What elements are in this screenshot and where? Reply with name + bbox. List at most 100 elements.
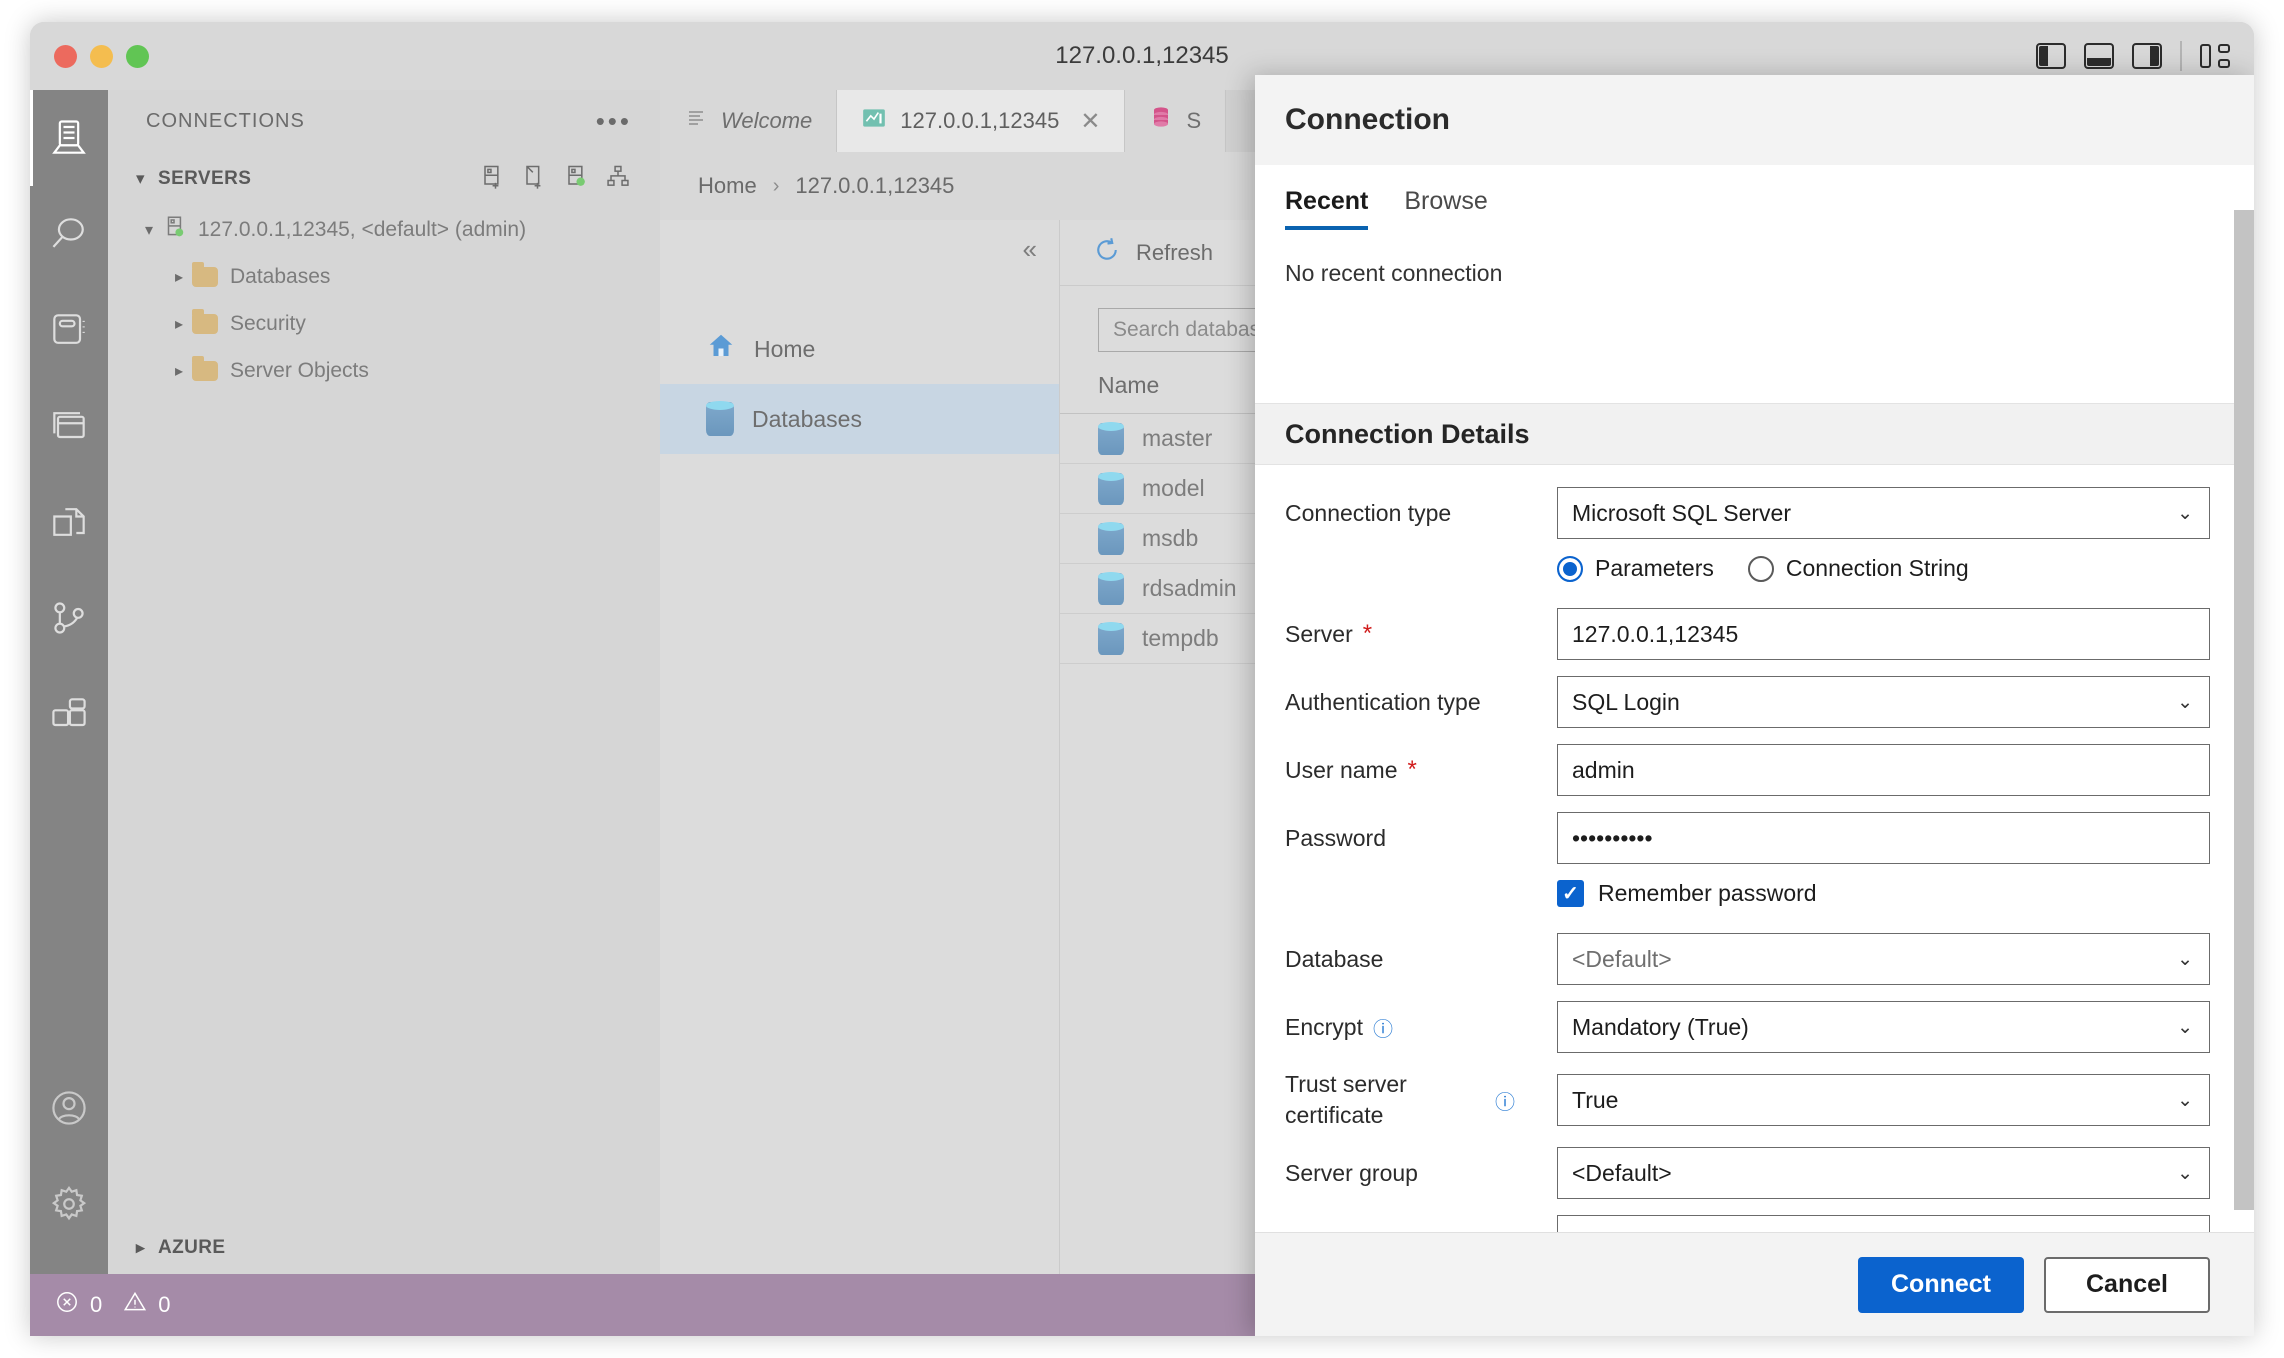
- radio-parameters[interactable]: Parameters: [1557, 555, 1714, 582]
- error-count[interactable]: 0: [90, 1292, 102, 1318]
- select-value: SQL Login: [1572, 689, 1680, 716]
- breadcrumb-item-home[interactable]: Home: [698, 173, 757, 199]
- database-select[interactable]: <Default> ⌄: [1557, 933, 2210, 985]
- input-value: 127.0.0.1,12345: [1572, 621, 1738, 648]
- cancel-button[interactable]: Cancel: [2044, 1257, 2210, 1313]
- input-value: ••••••••••: [1572, 825, 1653, 852]
- activity-query-history-icon[interactable]: [30, 378, 108, 474]
- sidebar-server-node[interactable]: ▾ 127.0.0.1,12345, <default> (admin): [108, 206, 660, 253]
- tab-sql-query[interactable]: S: [1125, 90, 1226, 152]
- connection-type-select[interactable]: Microsoft SQL Server ⌄: [1557, 487, 2210, 539]
- sidebar-more-actions-icon[interactable]: •••: [596, 116, 632, 126]
- activity-notebooks-icon[interactable]: [30, 282, 108, 378]
- layout-controls: [2036, 41, 2230, 71]
- refresh-icon[interactable]: [1092, 235, 1122, 271]
- field-label: Name (optional): [1285, 1228, 1557, 1232]
- encrypt-select[interactable]: Mandatory (True) ⌄: [1557, 1001, 2210, 1053]
- info-icon[interactable]: ⓘ: [1495, 1086, 1515, 1115]
- connect-button[interactable]: Connect: [1858, 1257, 2024, 1313]
- tab-browse[interactable]: Browse: [1404, 187, 1487, 230]
- warning-triangle-icon[interactable]: [122, 1289, 148, 1321]
- radio-connection-string[interactable]: Connection String: [1748, 555, 1969, 582]
- field-label-text: Server: [1285, 621, 1353, 648]
- remember-password-checkbox[interactable]: ✓ Remember password: [1557, 880, 2210, 907]
- breadcrumb-separator-icon: ›: [773, 175, 780, 198]
- toggle-panel-icon[interactable]: [2084, 43, 2114, 69]
- dialog-scrollbar[interactable]: [2234, 210, 2254, 1210]
- activity-settings-gear-icon[interactable]: [30, 1156, 108, 1252]
- refresh-button-label[interactable]: Refresh: [1136, 240, 1213, 266]
- chevron-right-icon: ▸: [166, 314, 192, 334]
- folder-icon: [192, 314, 218, 334]
- customize-layout-icon[interactable]: [2200, 43, 2230, 69]
- database-icon: [1149, 105, 1173, 137]
- connected-server-icon[interactable]: [562, 163, 590, 196]
- field-label: User name *: [1285, 756, 1557, 784]
- sidebar-item-databases[interactable]: ▸ Databases: [108, 253, 660, 300]
- tab-close-icon[interactable]: ✕: [1080, 107, 1100, 136]
- tab-label: S: [1186, 108, 1201, 134]
- field-label: Server group: [1285, 1160, 1557, 1187]
- folder-icon: [192, 267, 218, 287]
- azure-section-header[interactable]: ▸ AZURE: [108, 1222, 660, 1274]
- servers-section-header[interactable]: ▾ SERVERS: [108, 152, 660, 206]
- trust-server-certificate-select[interactable]: True ⌄: [1557, 1074, 2210, 1126]
- user-name-input[interactable]: admin: [1557, 744, 2210, 796]
- collapse-pane-icon[interactable]: «: [1023, 234, 1037, 265]
- server-hierarchy-icon[interactable]: [604, 163, 632, 196]
- input-mode-radio-group: Parameters Connection String: [1557, 555, 2210, 582]
- field-label: Database: [1285, 946, 1557, 973]
- field-server: Server * 127.0.0.1,12345: [1285, 608, 2210, 660]
- toggle-primary-sidebar-icon[interactable]: [2036, 43, 2066, 69]
- nav-item-label: Home: [754, 336, 815, 363]
- password-input[interactable]: ••••••••••: [1557, 812, 2210, 864]
- chevron-down-icon: ⌄: [2177, 1016, 2193, 1039]
- required-asterisk: *: [1407, 756, 1416, 784]
- database-name: tempdb: [1142, 625, 1219, 652]
- new-server-group-icon[interactable]: [520, 163, 548, 196]
- tab-welcome[interactable]: Welcome: [660, 90, 837, 152]
- nav-item-label: Databases: [752, 406, 862, 433]
- connections-sidebar: CONNECTIONS ••• ▾ SERVERS: [108, 90, 660, 1274]
- sidebar-item-label: Databases: [230, 265, 330, 289]
- sidebar-server-label: 127.0.0.1,12345, <default> (admin): [198, 218, 526, 242]
- nav-item-databases[interactable]: Databases: [660, 384, 1059, 454]
- breadcrumb-item-server[interactable]: 127.0.0.1,12345: [795, 173, 954, 199]
- nav-item-home[interactable]: Home: [660, 314, 1059, 384]
- folder-icon: [192, 361, 218, 381]
- activity-search-icon[interactable]: [30, 186, 108, 282]
- tab-dashboard[interactable]: 127.0.0.1,12345 ✕: [837, 90, 1125, 152]
- info-icon[interactable]: ⓘ: [1373, 1013, 1393, 1042]
- connection-dialog: Connection Recent Browse No recent conne…: [1255, 75, 2254, 1336]
- database-icon: [1098, 473, 1124, 505]
- activity-projects-icon[interactable]: [30, 474, 108, 570]
- activity-bar-bottom: [30, 1060, 108, 1274]
- authentication-type-select[interactable]: SQL Login ⌄: [1557, 676, 2210, 728]
- sidebar-item-server-objects[interactable]: ▸ Server Objects: [108, 347, 660, 394]
- field-label-line2: certificate: [1285, 1102, 1383, 1128]
- server-group-select[interactable]: <Default> ⌄: [1557, 1147, 2210, 1199]
- recent-section: Recent Browse No recent connection: [1255, 165, 2254, 287]
- toggle-secondary-sidebar-icon[interactable]: [2132, 43, 2162, 69]
- name-optional-input[interactable]: [1557, 1215, 2210, 1232]
- activity-source-control-icon[interactable]: [30, 570, 108, 666]
- connection-form: Connection type Microsoft SQL Server ⌄ P…: [1255, 465, 2254, 1232]
- warning-count[interactable]: 0: [158, 1292, 170, 1318]
- new-connection-icon[interactable]: [478, 163, 506, 196]
- tab-recent[interactable]: Recent: [1285, 187, 1368, 230]
- sidebar-item-security[interactable]: ▸ Security: [108, 300, 660, 347]
- field-label-text: Trust server certificate: [1285, 1069, 1485, 1131]
- chevron-right-icon: ▸: [136, 1238, 158, 1258]
- servers-section-label: SERVERS: [158, 168, 251, 190]
- activity-accounts-icon[interactable]: [30, 1060, 108, 1156]
- server-input[interactable]: 127.0.0.1,12345: [1557, 608, 2210, 660]
- error-circle-icon[interactable]: [54, 1289, 80, 1321]
- database-name: rdsadmin: [1142, 575, 1237, 602]
- sidebar-header: CONNECTIONS •••: [108, 90, 660, 152]
- select-value: <Default>: [1572, 1160, 1672, 1187]
- activity-servers-icon[interactable]: [30, 90, 108, 186]
- dialog-footer: Connect Cancel: [1255, 1232, 2254, 1336]
- select-value: Mandatory (True): [1572, 1014, 1749, 1041]
- activity-extensions-icon[interactable]: [30, 666, 108, 762]
- radio-indicator: [1748, 556, 1774, 582]
